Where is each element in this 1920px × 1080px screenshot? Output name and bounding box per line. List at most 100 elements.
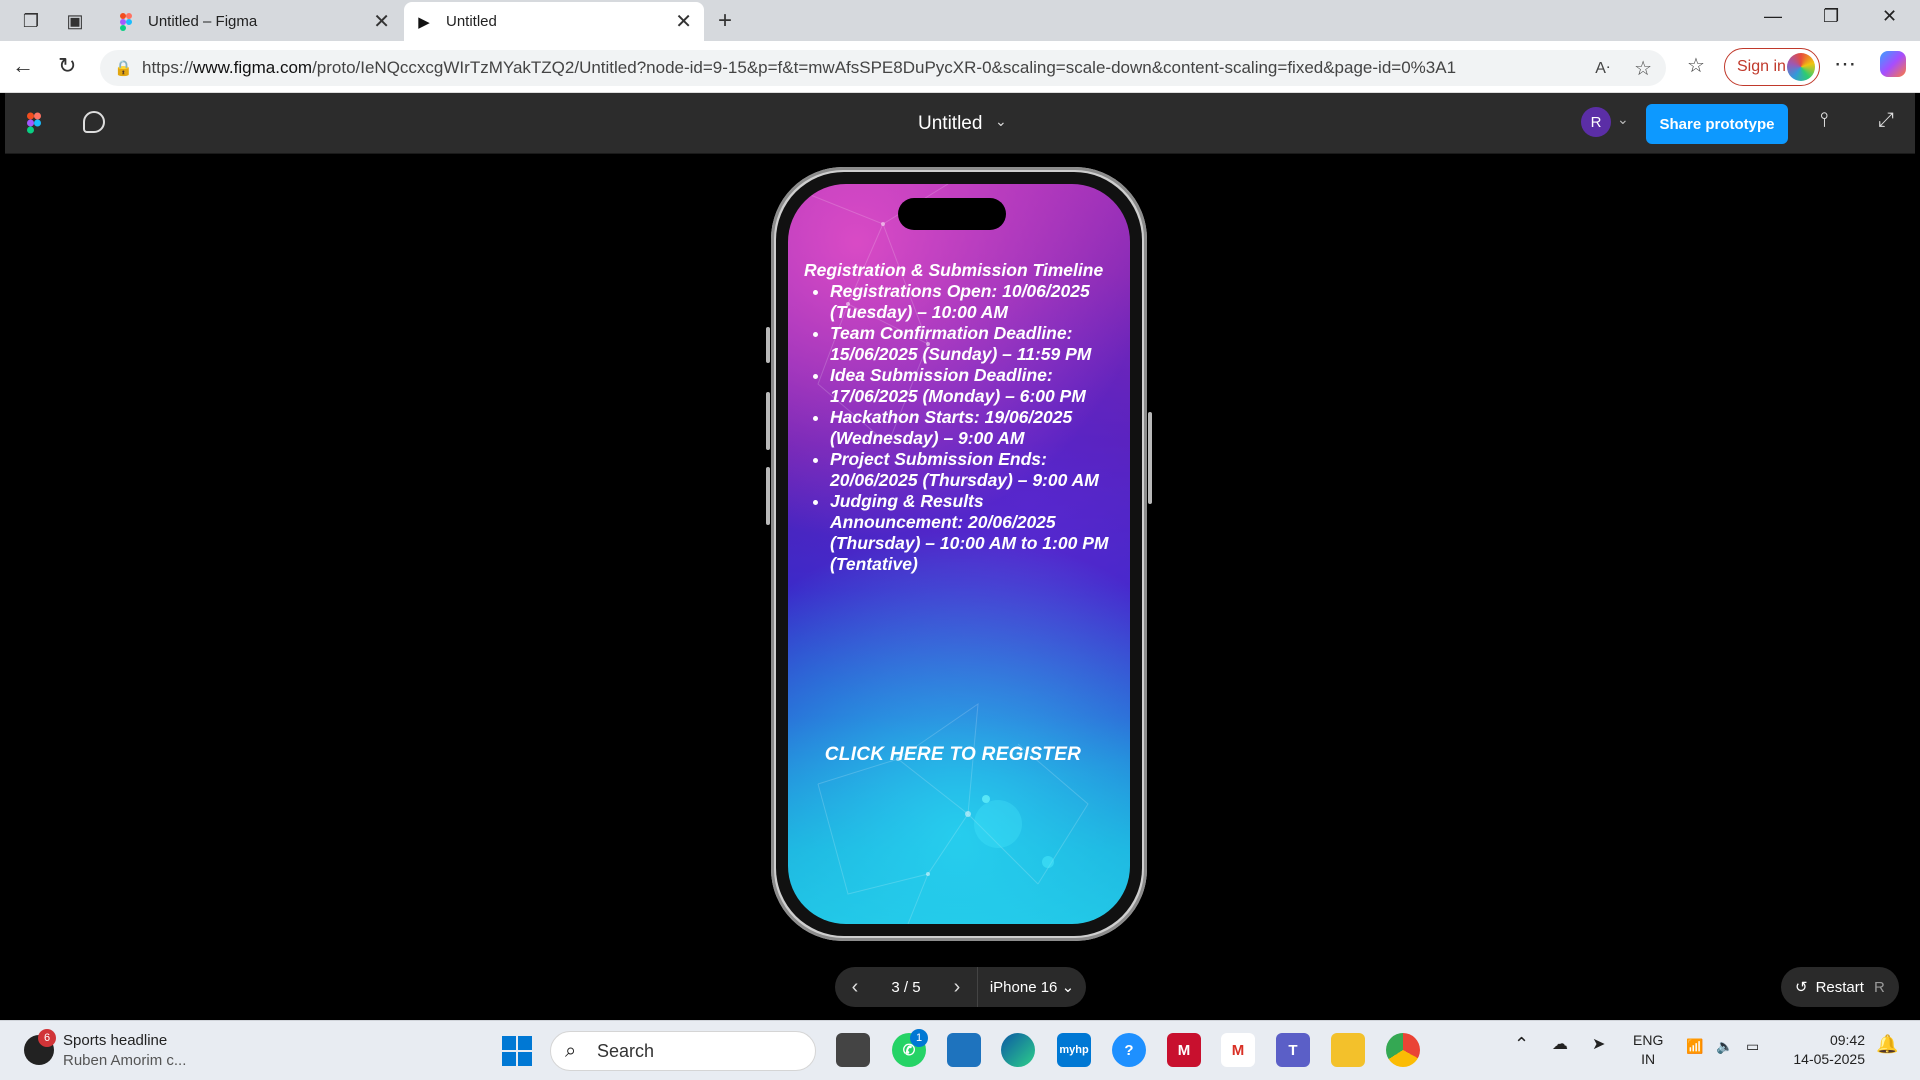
close-window-icon[interactable]: ✕ — [1882, 6, 1897, 27]
refresh-icon[interactable]: ↻ — [58, 53, 76, 79]
close-tab-icon[interactable]: ✕ — [373, 9, 390, 34]
news-widget[interactable]: Sports headline Ruben Amorim c... — [63, 1031, 186, 1071]
browser-tab-bar: ❐ ▣ Untitled – Figma ✕ ▶ Untitled ✕ + — … — [0, 0, 1920, 41]
url-field[interactable]: 🔒 https://www.figma.com/proto/IeNQccxcgW… — [100, 50, 1666, 86]
page-indicator: 3 / 5 — [891, 978, 921, 996]
timeline-item: Registrations Open: 10/06/2025 (Tuesday)… — [830, 281, 1114, 323]
address-bar: ← ↻ 🔒 https://www.figma.com/proto/IeNQcc… — [0, 41, 1920, 93]
tab-prototype[interactable]: ▶ Untitled ✕ — [404, 2, 704, 41]
tab-actions-icon[interactable]: ▣ — [64, 10, 86, 32]
avatar — [1787, 53, 1815, 81]
register-link[interactable]: CLICK HERE TO REGISTER — [788, 744, 1118, 766]
side-button — [766, 392, 770, 450]
timeline-list: Registrations Open: 10/06/2025 (Tuesday)… — [830, 281, 1114, 575]
url-prefix: https:// — [142, 58, 194, 77]
timeline-item: Judging & Results Announcement: 20/06/20… — [830, 491, 1114, 575]
location-icon[interactable]: ➤ — [1592, 1035, 1605, 1054]
previous-frame-icon[interactable]: ‹ — [835, 976, 875, 999]
more-icon[interactable]: ⋯ — [1834, 51, 1856, 77]
news-title: Sports headline — [63, 1032, 168, 1049]
store-icon[interactable] — [947, 1033, 981, 1067]
copilot-icon[interactable] — [1880, 51, 1906, 77]
chevron-up-icon[interactable]: ⌃ — [1514, 1035, 1529, 1054]
close-tab-icon[interactable]: ✕ — [675, 9, 692, 34]
device-selector[interactable]: iPhone 16 ⌄ — [978, 978, 1086, 996]
sign-in-button[interactable]: Sign in — [1724, 48, 1820, 86]
restart-shortcut: R — [1873, 978, 1885, 996]
file-explorer-icon[interactable] — [1331, 1033, 1365, 1067]
side-button — [1148, 412, 1152, 504]
restart-icon: ↺ — [1795, 979, 1808, 996]
restart-label: Restart — [1815, 978, 1864, 996]
myhp-icon[interactable]: myhp — [1057, 1033, 1091, 1067]
tab-title: Untitled — [446, 13, 497, 30]
tab-title: Untitled – Figma — [148, 13, 258, 30]
url-path: /proto/IeNQccxcgWIrTzMYakTZQ2/Untitled?n… — [312, 58, 1457, 77]
chevron-down-icon: ⌄ — [1061, 979, 1075, 996]
dynamic-island — [898, 198, 1006, 230]
side-button — [766, 467, 770, 525]
favorite-star-icon[interactable]: ☆ — [1634, 56, 1652, 81]
taskbar-search[interactable]: ⌕ Search — [550, 1031, 816, 1071]
timeline-heading: Registration & Submission Timeline — [804, 260, 1104, 280]
restore-icon[interactable]: ❐ — [1823, 6, 1839, 27]
timeline-item: Idea Submission Deadline: 17/06/2025 (Mo… — [830, 365, 1114, 407]
workspaces-icon[interactable]: ❐ — [20, 10, 42, 32]
notification-bell-icon[interactable]: 🔔 — [1876, 1035, 1898, 1054]
minimize-icon[interactable]: — — [1764, 6, 1782, 27]
teams-icon[interactable]: T — [1276, 1033, 1310, 1067]
sign-in-label: Sign in — [1737, 58, 1786, 75]
battery-icon[interactable]: ▭ — [1746, 1037, 1759, 1056]
timeline-item: Project Submission Ends: 20/06/2025 (Thu… — [830, 449, 1114, 491]
favorites-icon[interactable]: ☆ — [1687, 53, 1705, 78]
windows-start-icon[interactable] — [502, 1036, 532, 1071]
wifi-icon[interactable]: 📶 — [1686, 1037, 1703, 1056]
time-label: 09:42 — [1829, 1032, 1865, 1048]
page-navigator: ‹ 3 / 5 › iPhone 16 ⌄ — [835, 967, 1086, 1007]
gmail-icon[interactable]: M — [1221, 1033, 1255, 1067]
figma-icon — [118, 12, 134, 31]
whatsapp-badge: 1 — [910, 1029, 928, 1047]
user-avatar[interactable]: R — [1581, 107, 1611, 137]
chrome-icon[interactable] — [1386, 1033, 1420, 1067]
timeline-item: Hackathon Starts: 19/06/2025 (Wednesday)… — [830, 407, 1114, 449]
news-subtitle: Ruben Amorim c... — [63, 1052, 187, 1069]
play-icon: ▶ — [418, 13, 430, 31]
clock[interactable]: 09:42 14-05-2025 — [1785, 1031, 1865, 1069]
search-label: Search — [597, 1040, 655, 1061]
figma-toolbar: Untitled ⌄ R ⌄ Share prototype ⫯ ⤢ — [5, 93, 1915, 154]
file-title[interactable]: Untitled — [918, 113, 982, 135]
chevron-down-icon[interactable]: ⌄ — [995, 113, 1007, 130]
onedrive-icon[interactable]: ☁ — [1552, 1035, 1568, 1054]
back-icon[interactable]: ← — [12, 53, 34, 79]
language-indicator[interactable]: ENG IN — [1633, 1031, 1663, 1069]
read-aloud-icon[interactable]: Aᐧ — [1595, 58, 1610, 78]
tab-figma-editor[interactable]: Untitled – Figma ✕ — [106, 2, 402, 41]
iphone-frame: Registration & Submission Timeline Regis… — [766, 167, 1152, 941]
task-view-icon[interactable] — [836, 1033, 870, 1067]
edge-icon[interactable] — [1001, 1033, 1035, 1067]
figma-menu-icon[interactable] — [27, 112, 41, 139]
windows-taskbar: 6 Sports headline Ruben Amorim c... ⌕ Se… — [0, 1020, 1920, 1080]
fullscreen-icon[interactable]: ⤢ — [1878, 109, 1894, 132]
new-tab-icon[interactable]: + — [714, 7, 736, 34]
chevron-down-icon[interactable]: ⌄ — [1617, 111, 1629, 128]
phone-screen: Registration & Submission Timeline Regis… — [788, 184, 1130, 924]
comment-icon[interactable] — [83, 111, 105, 133]
search-icon: ⌕ — [565, 1039, 577, 1062]
site-info-icon[interactable]: 🔒 — [114, 59, 133, 77]
url-domain: www.figma.com — [193, 58, 313, 77]
next-frame-icon[interactable]: › — [937, 976, 977, 999]
news-badge: 6 — [38, 1029, 56, 1047]
region-label: IN — [1641, 1051, 1656, 1067]
volume-icon[interactable]: 🔈 — [1716, 1037, 1733, 1056]
mcafee-icon[interactable]: M — [1167, 1033, 1201, 1067]
timeline-section: Registration & Submission Timeline Regis… — [804, 260, 1114, 575]
settings-sliders-icon[interactable]: ⫯ — [1820, 109, 1829, 132]
restart-button[interactable]: ↺ Restart R — [1781, 967, 1899, 1007]
date-label: 14-05-2025 — [1793, 1051, 1865, 1067]
device-label: iPhone 16 — [989, 979, 1058, 996]
help-icon[interactable]: ? — [1112, 1033, 1146, 1067]
share-prototype-button[interactable]: Share prototype — [1646, 104, 1788, 144]
side-button — [766, 327, 770, 363]
